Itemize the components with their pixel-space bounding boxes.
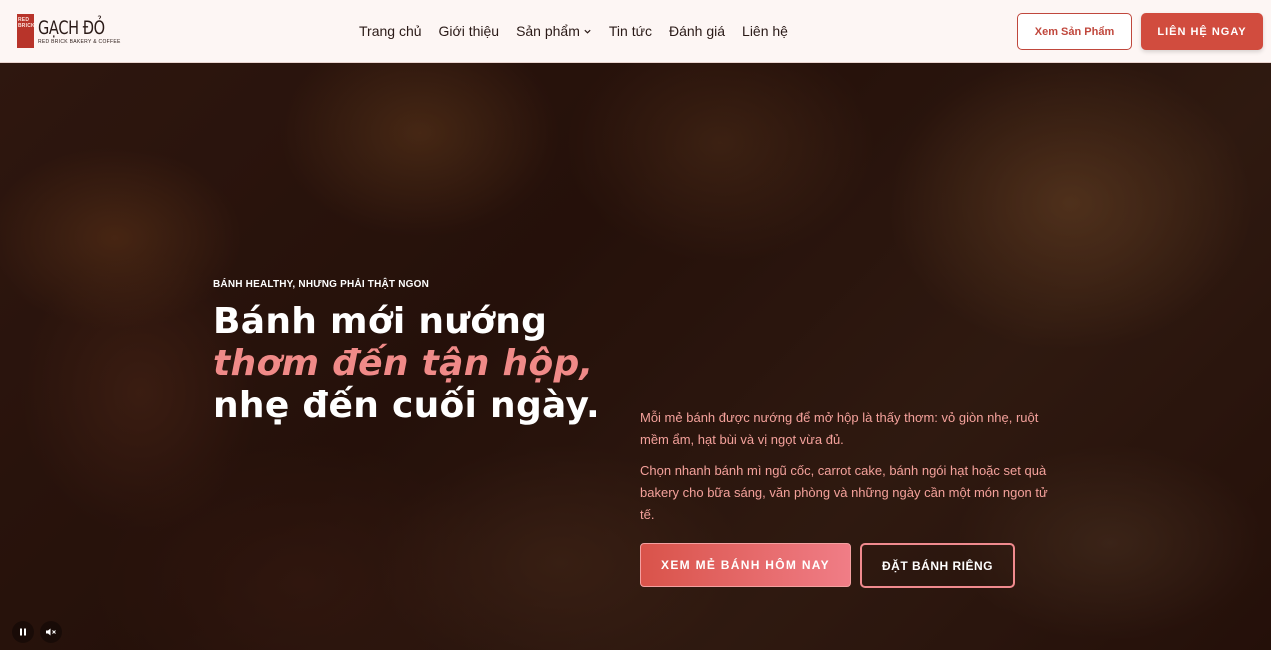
hero-section: BÁNH HEALTHY, NHƯNG PHẢI THẬT NGON Bánh … xyxy=(0,63,1271,650)
brand-name: GẠCH ĐỎ xyxy=(38,16,105,39)
video-mute-button[interactable] xyxy=(40,621,62,643)
main-nav: Trang chủ Giới thiệu Sản phẩm Tin tức Đá… xyxy=(359,0,805,62)
hero-eyebrow: BÁNH HEALTHY, NHƯNG PHẢI THẬT NGON xyxy=(213,279,430,290)
nav-label: Tin tức xyxy=(608,23,652,39)
logo[interactable]: RED BRICK GẠCH ĐỎ RED BRICK BAKERY & COF… xyxy=(17,14,121,48)
nav-item-contact[interactable]: Liên hệ xyxy=(742,23,788,39)
video-pause-button[interactable] xyxy=(12,621,34,643)
hero-paragraph-1: Mỗi mẻ bánh được nướng để mở hộp là thấy… xyxy=(640,410,1039,447)
headline-part2: nhẹ đến cuối ngày. xyxy=(213,385,600,426)
pause-icon xyxy=(20,628,26,636)
hero-paragraph-2: Chọn nhanh bánh mì ngũ cốc, carrot cake,… xyxy=(640,463,1048,522)
site-header: RED BRICK GẠCH ĐỎ RED BRICK BAKERY & COF… xyxy=(0,0,1271,63)
chevron-down-icon xyxy=(584,29,591,34)
nav-item-about[interactable]: Giới thiệu xyxy=(439,23,500,39)
view-products-button[interactable]: Xem Sản Phẩm xyxy=(1017,13,1132,50)
view-today-batch-button[interactable]: XEM MẺ BÁNH HÔM NAY xyxy=(640,543,851,587)
nav-label: Đánh giá xyxy=(668,23,726,39)
nav-item-products[interactable]: Sản phẩm xyxy=(516,23,592,39)
custom-order-button[interactable]: ĐẶT BÁNH RIÊNG xyxy=(860,543,1015,588)
hero-headline: Bánh mới nướng thơm đến tận hộp, nhẹ đến… xyxy=(213,301,653,427)
nav-label: Sản phẩm xyxy=(516,23,580,39)
brand-tagline: RED BRICK BAKERY & COFFEE xyxy=(38,38,121,45)
nav-item-reviews[interactable]: Đánh giá xyxy=(669,23,725,39)
contact-now-button[interactable]: LIÊN HỆ NGAY xyxy=(1141,13,1263,50)
headline-accent: thơm đến tận hộp, xyxy=(213,343,594,384)
nav-label: Liên hệ xyxy=(742,23,788,39)
nav-label: Trang chủ xyxy=(359,23,422,39)
logo-mark: RED BRICK xyxy=(17,14,34,48)
nav-item-home[interactable]: Trang chủ xyxy=(359,23,422,39)
logo-text: GẠCH ĐỎ RED BRICK BAKERY & COFFEE xyxy=(38,17,121,46)
mute-icon xyxy=(46,628,56,636)
nav-item-news[interactable]: Tin tức xyxy=(609,23,652,39)
headline-part1: Bánh mới nướng xyxy=(213,301,548,342)
nav-label: Giới thiệu xyxy=(438,23,500,39)
